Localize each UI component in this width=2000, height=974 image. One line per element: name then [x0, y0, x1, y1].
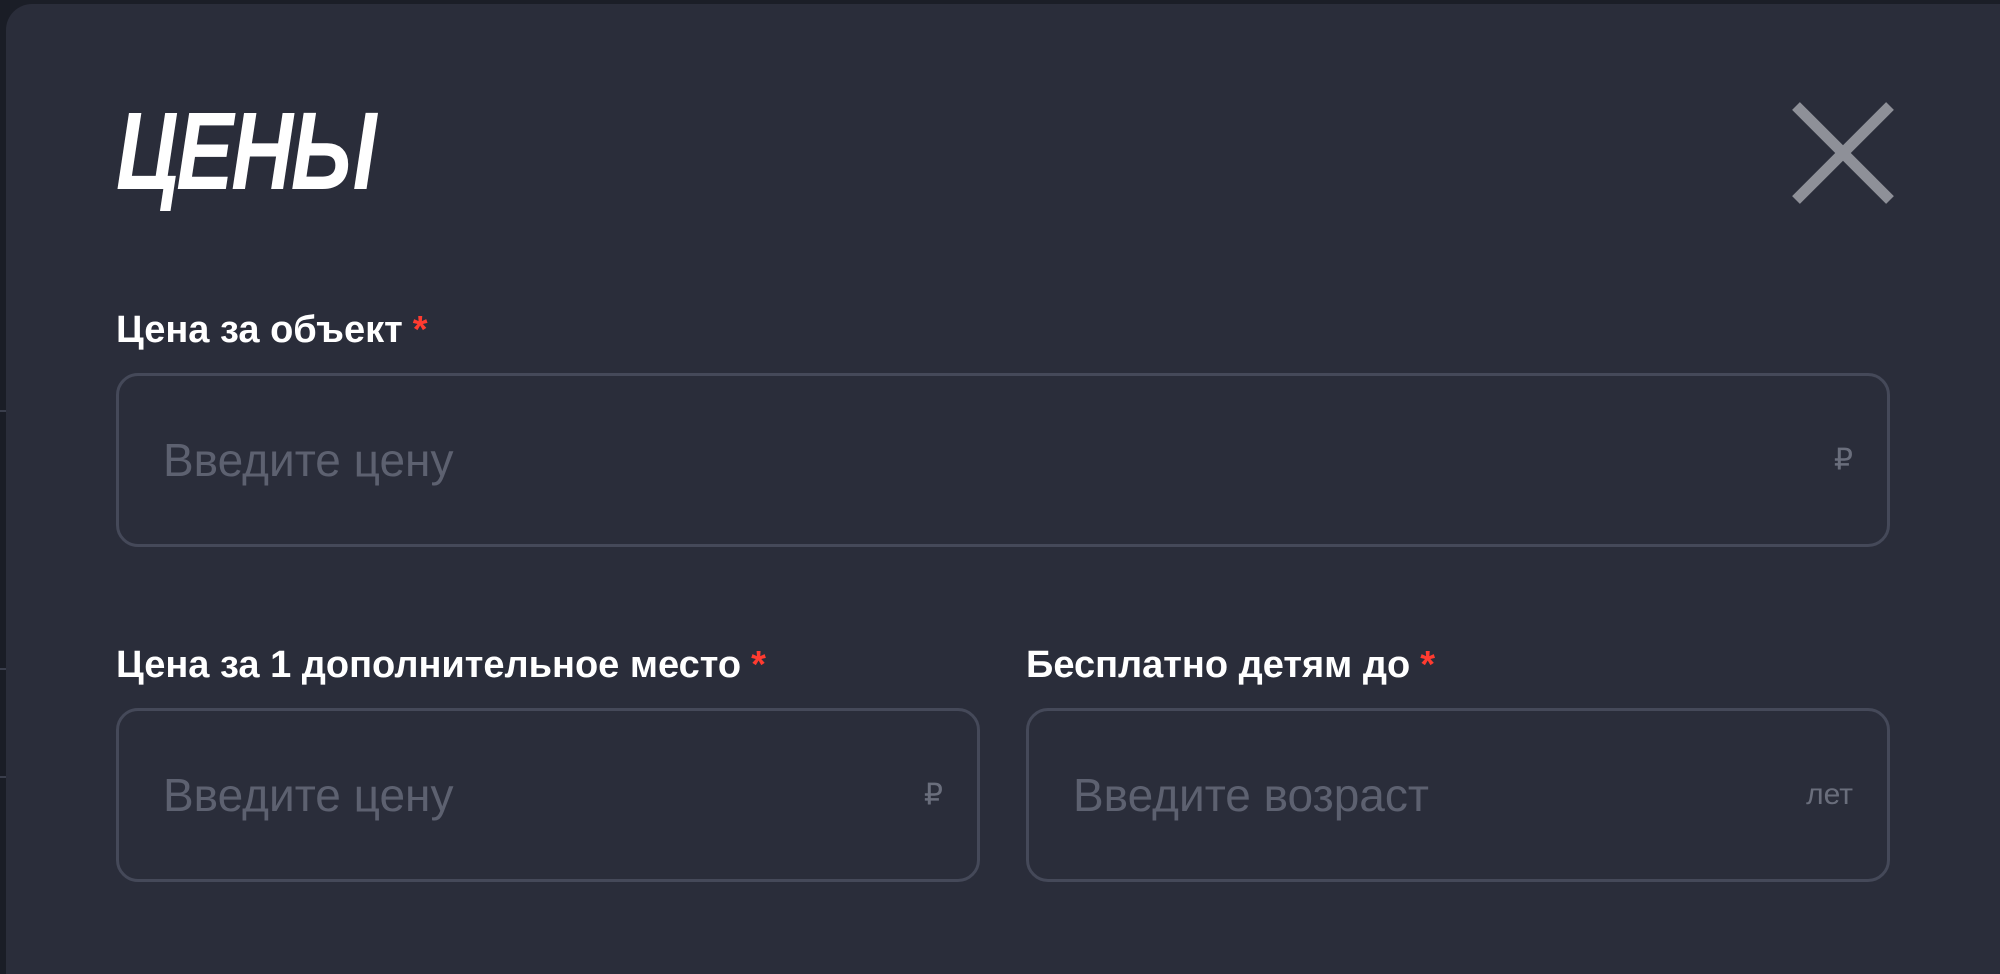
free-for-children-field[interactable]: лет	[1026, 708, 1890, 882]
required-mark: *	[412, 309, 428, 351]
close-button[interactable]	[1790, 100, 1896, 206]
extra-place-price-label: Цена за 1 дополнительное место *	[116, 643, 766, 687]
extra-place-price-field[interactable]: ₽	[116, 708, 980, 882]
required-mark: *	[1420, 644, 1435, 686]
free-for-children-label-text: Бесплатно детям до	[1026, 644, 1411, 686]
prices-dialog: ЦЕНЫ Цена за объект* ₽ Цена за 1 дополни…	[6, 4, 2000, 974]
price-per-object-label: Цена за объект *	[116, 308, 428, 352]
child-age-input[interactable]	[1073, 711, 1781, 879]
price-per-object-label-text: Цена за объект	[116, 309, 403, 351]
price-per-object-field[interactable]: ₽	[116, 373, 1890, 547]
currency-suffix: ₽	[1833, 443, 1853, 477]
currency-suffix: ₽	[923, 778, 943, 812]
extra-place-price-input[interactable]	[163, 711, 871, 879]
age-unit-suffix: лет	[1806, 778, 1853, 811]
required-mark: *	[751, 644, 766, 686]
extra-place-price-label-text: Цена за 1 дополнительное место	[116, 644, 742, 686]
close-icon	[1792, 102, 1894, 204]
free-for-children-label: Бесплатно детям до *	[1026, 643, 1435, 687]
dialog-title: ЦЕНЫ	[116, 90, 377, 213]
price-per-object-input[interactable]	[163, 376, 1781, 544]
